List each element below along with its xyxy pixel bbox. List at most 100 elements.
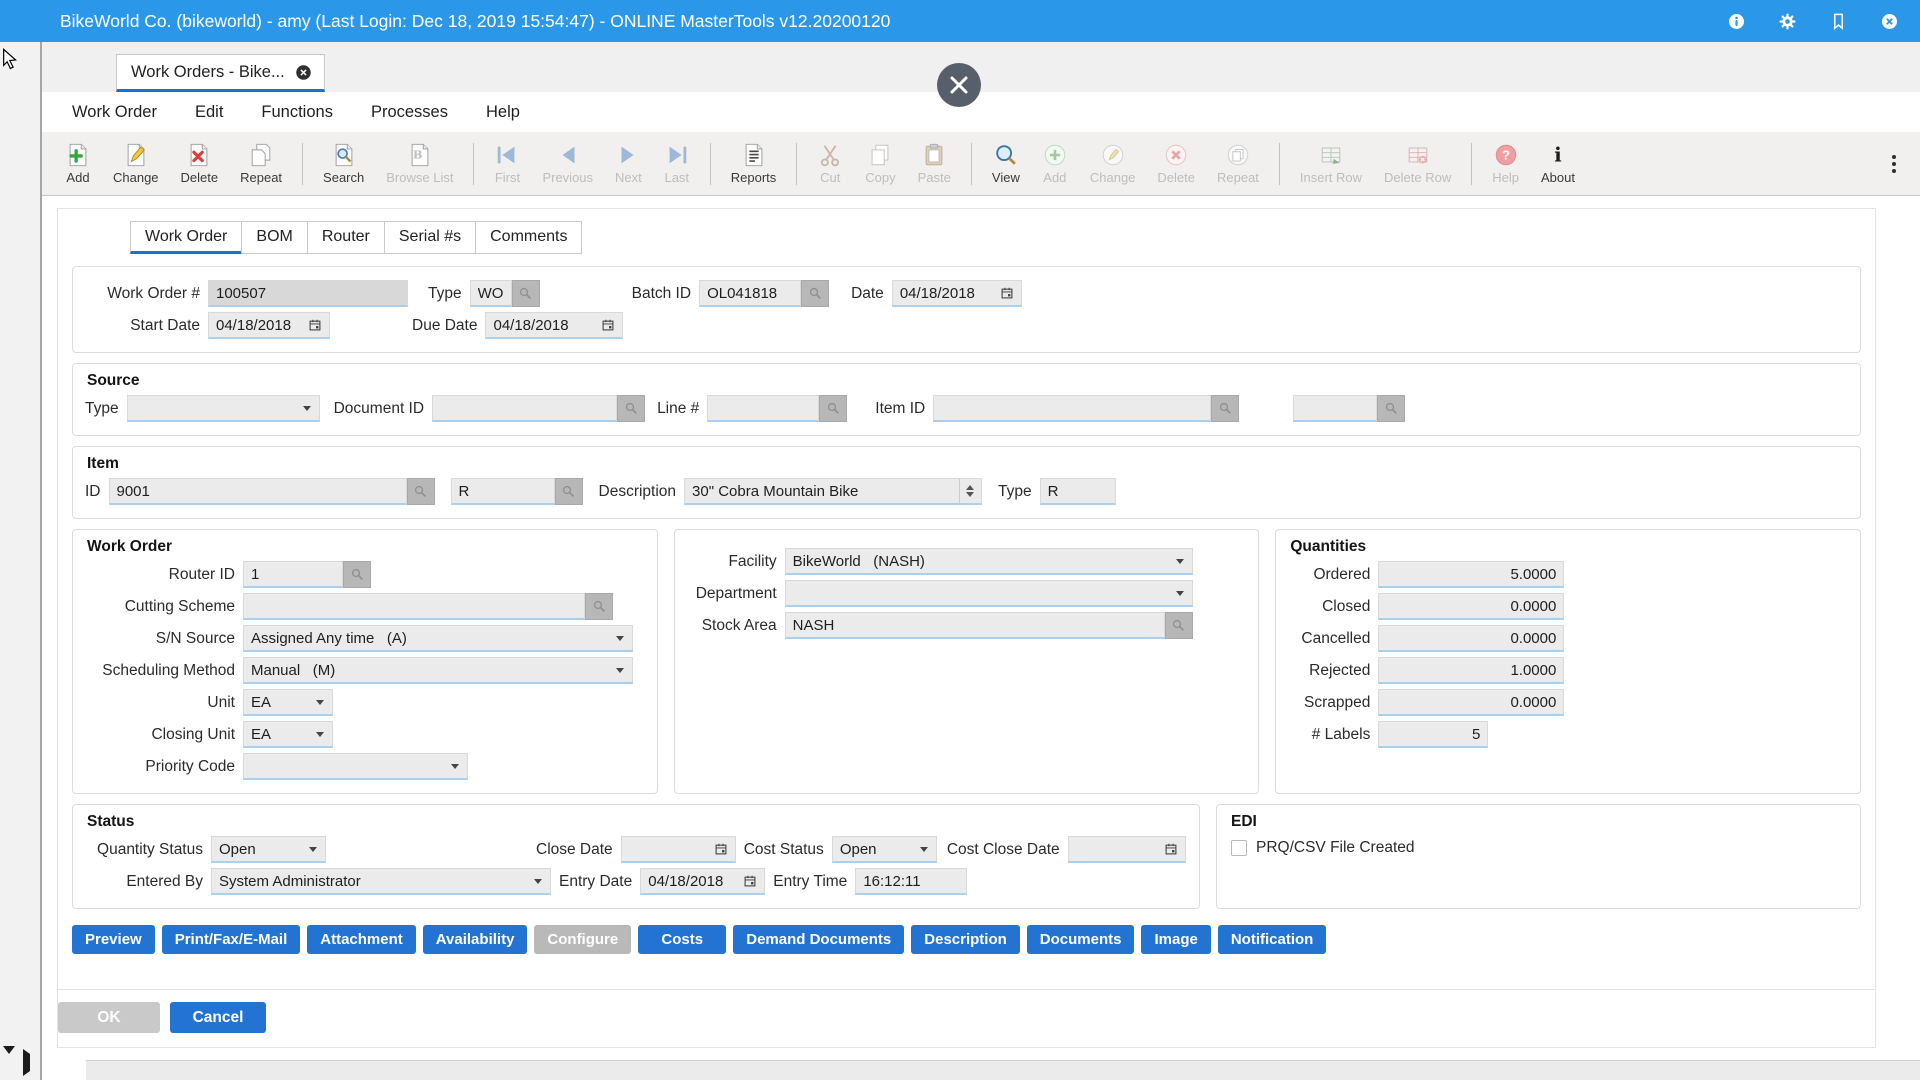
type-lookup-button[interactable] <box>512 280 540 307</box>
stock-area-field[interactable]: NASH <box>785 612 1165 639</box>
department-select[interactable] <box>785 580 1193 607</box>
tab-close-icon[interactable] <box>295 64 312 81</box>
source-item-id-field[interactable] <box>933 395 1211 422</box>
cutting-scheme-field[interactable] <box>243 593 585 620</box>
info-icon[interactable] <box>1726 11 1747 32</box>
document-id-lookup-button[interactable] <box>617 395 645 422</box>
work-order-number-field[interactable]: 100507 <box>208 280 408 307</box>
source-item-revision-field[interactable] <box>1293 395 1377 422</box>
router-id-lookup-button[interactable] <box>343 561 371 588</box>
preview-button[interactable]: Preview <box>72 925 155 954</box>
source-item-id-label: Item ID <box>875 400 925 418</box>
demand-documents-button[interactable]: Demand Documents <box>733 925 904 954</box>
batch-id-field[interactable]: OL041818 <box>699 280 801 307</box>
tab-work-order[interactable]: Work Order <box>130 221 242 254</box>
calendar-icon[interactable] <box>302 318 322 332</box>
toolbar-view-button[interactable]: View <box>981 142 1031 185</box>
item-revision-field[interactable]: R <box>451 478 555 505</box>
document-tab[interactable]: Work Orders - Bike... <box>116 54 325 92</box>
documents-button[interactable]: Documents <box>1027 925 1135 954</box>
qty-labels-field[interactable]: 5 <box>1378 721 1488 748</box>
item-id-field[interactable]: 9001 <box>109 478 407 505</box>
scheduling-method-select[interactable]: Manual (M) <box>243 657 633 684</box>
type-field[interactable]: WO <box>470 280 512 307</box>
tab-serial-s[interactable]: Serial #s <box>384 221 476 254</box>
toolbar-reports-button[interactable]: Reports <box>720 142 788 185</box>
quantity-status-select[interactable]: Open <box>211 836 326 863</box>
item-revision-lookup-button[interactable] <box>555 478 583 505</box>
item-id-lookup-button[interactable] <box>407 478 435 505</box>
scroll-down-icon[interactable] <box>3 1046 15 1071</box>
toolbar-delete-button[interactable]: Delete <box>170 142 230 185</box>
toolbar-search-button[interactable]: Search <box>312 142 375 185</box>
qty-scrapped-field[interactable]: 0.0000 <box>1378 689 1564 716</box>
prq-csv-file-created-checkbox[interactable] <box>1231 840 1247 856</box>
settings-icon[interactable] <box>1777 11 1798 32</box>
bookmark-icon[interactable] <box>1828 11 1849 32</box>
tab-comments[interactable]: Comments <box>475 221 582 254</box>
quantity-row: Ordered5.0000 <box>1288 561 1848 588</box>
entry-time-field[interactable]: 16:12:11 <box>855 868 967 895</box>
toolbar-about-button[interactable]: iAbout <box>1530 142 1586 185</box>
menu-help[interactable]: Help <box>486 103 520 122</box>
closing-unit-select[interactable]: EA <box>243 721 333 748</box>
cost-status-select[interactable]: Open <box>832 836 937 863</box>
costs-button[interactable]: Costs <box>638 925 726 954</box>
facility-select[interactable]: BikeWorld (NASH) <box>785 548 1193 575</box>
image-button[interactable]: Image <box>1141 925 1210 954</box>
qty-rejected-field[interactable]: 1.0000 <box>1378 657 1564 684</box>
qty-ordered-field[interactable]: 5.0000 <box>1378 561 1564 588</box>
availability-button[interactable]: Availability <box>423 925 528 954</box>
line-number-field[interactable] <box>707 395 819 422</box>
tab-bom[interactable]: BOM <box>241 221 307 254</box>
document-id-field[interactable] <box>432 395 617 422</box>
calendar-icon[interactable] <box>708 842 728 856</box>
menu-processes[interactable]: Processes <box>371 103 448 122</box>
description-button[interactable]: Description <box>911 925 1020 954</box>
close-icon[interactable] <box>1879 11 1900 32</box>
line-number-lookup-button[interactable] <box>819 395 847 422</box>
description-spinner[interactable] <box>959 479 974 503</box>
priority-code-select[interactable] <box>243 753 468 780</box>
cost-close-date-field[interactable] <box>1068 836 1186 863</box>
stock-area-label: Stock Area <box>687 617 777 635</box>
date-field[interactable]: 04/18/2018 <box>892 280 1022 307</box>
toolbar-add-button[interactable]: Add <box>54 142 102 185</box>
cutting-scheme-lookup-button[interactable] <box>585 593 613 620</box>
menu-edit[interactable]: Edit <box>195 103 223 122</box>
source-type-select[interactable] <box>127 395 320 422</box>
toolbar-repeat-button[interactable]: Repeat <box>229 142 293 185</box>
toolbar-change-button[interactable]: Change <box>102 142 170 185</box>
source-item-revision-lookup-button[interactable] <box>1377 395 1405 422</box>
print-fax-e-mail-button[interactable]: Print/Fax/E-Mail <box>162 925 301 954</box>
entry-date-field[interactable]: 04/18/2018 <box>640 868 765 895</box>
menu-functions[interactable]: Functions <box>261 103 333 122</box>
attachment-button[interactable]: Attachment <box>307 925 416 954</box>
description-field[interactable]: 30" Cobra Mountain Bike <box>684 478 982 505</box>
stock-area-lookup-button[interactable] <box>1165 612 1193 639</box>
entered-by-select[interactable]: System Administrator <box>211 868 551 895</box>
calendar-icon[interactable] <box>1158 842 1178 856</box>
calendar-icon[interactable] <box>994 286 1014 300</box>
source-item-id-lookup-button[interactable] <box>1211 395 1239 422</box>
tab-router[interactable]: Router <box>307 221 385 254</box>
calendar-icon[interactable] <box>595 318 615 332</box>
rail-scroll-arrows[interactable] <box>3 1054 30 1072</box>
close-date-field[interactable] <box>621 836 736 863</box>
toolbar-overflow-button[interactable] <box>1882 149 1906 179</box>
qty-cancelled-field[interactable]: 0.0000 <box>1378 625 1564 652</box>
qty-closed-field[interactable]: 0.0000 <box>1378 593 1564 620</box>
router-id-field[interactable]: 1 <box>243 561 343 588</box>
cancel-button[interactable]: Cancel <box>170 1002 266 1033</box>
calendar-icon[interactable] <box>737 874 757 888</box>
unit-select[interactable]: EA <box>243 689 333 716</box>
scroll-right-icon[interactable] <box>23 1049 30 1076</box>
batch-id-lookup-button[interactable] <box>801 280 829 307</box>
item-type-field[interactable]: R <box>1040 478 1116 505</box>
sn-source-select[interactable]: Assigned Any time (A) <box>243 625 633 652</box>
dialog-close-button[interactable] <box>936 62 982 108</box>
start-date-field[interactable]: 04/18/2018 <box>208 312 330 339</box>
menu-work-order[interactable]: Work Order <box>72 103 157 122</box>
due-date-field[interactable]: 04/18/2018 <box>485 312 623 339</box>
notification-button[interactable]: Notification <box>1218 925 1327 954</box>
